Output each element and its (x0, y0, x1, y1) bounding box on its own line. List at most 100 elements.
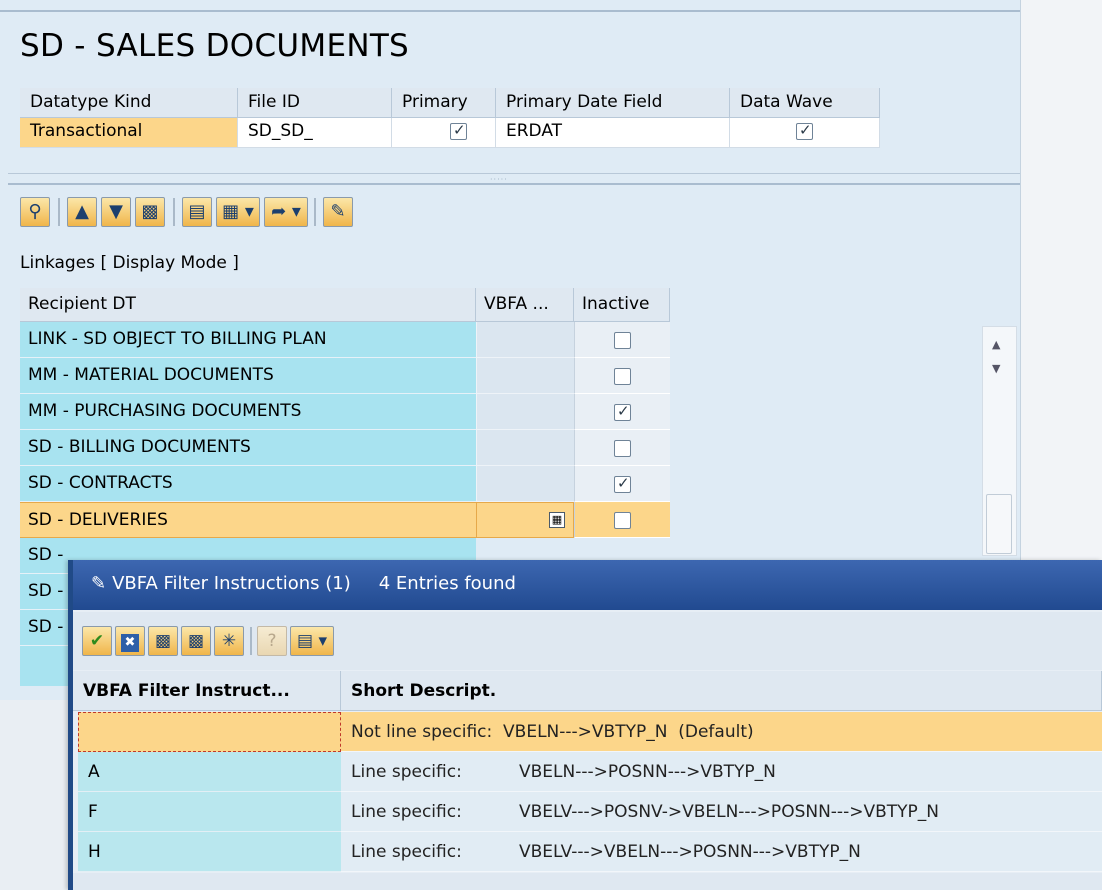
inactive-checkbox[interactable] (614, 440, 631, 457)
sort-ascending-icon[interactable]: ▲ (67, 197, 97, 227)
toolbar-separator (314, 198, 316, 226)
toolbar-separator (173, 198, 175, 226)
vbfa-cell[interactable] (476, 358, 574, 394)
table-row[interactable]: SD - BILLING DOCUMENTS (20, 430, 670, 466)
details-icon[interactable]: ⚲ (20, 197, 50, 227)
list-item[interactable]: F Line specific: VBELV--->POSNV->VBELN---… (73, 792, 1102, 832)
inactive-cell (574, 322, 670, 358)
col-header-primary-date-field: Primary Date Field (496, 88, 730, 118)
recipient-cell: SD - DELIVERIES (20, 502, 476, 538)
primary-cell (392, 118, 496, 148)
recipient-cell: MM - MATERIAL DOCUMENTS (20, 358, 476, 394)
list-item-selected[interactable]: Not line specific: VBELN--->VBTYP_N (Def… (73, 712, 1102, 752)
data-wave-checkbox[interactable] (796, 121, 813, 140)
recipient-cell: MM - PURCHASING DOCUMENTS (20, 394, 476, 430)
inactive-cell (574, 502, 670, 538)
description-cell: Line specific: VBELN--->POSNN--->VBTYP_N (341, 752, 1102, 792)
inactive-cell (574, 466, 670, 502)
top-border (0, 0, 1020, 12)
vbfa-cell[interactable] (476, 322, 574, 358)
find-next-icon[interactable]: ▩ (181, 626, 211, 656)
vbfa-cell[interactable] (476, 430, 574, 466)
inactive-checkbox[interactable] (614, 332, 631, 349)
list-item[interactable]: A Line specific: VBELN--->POSNN--->VBTYP_… (73, 752, 1102, 792)
dialog-title-bar: ✎ VBFA Filter Instructions (1) 4 Entries f… (68, 560, 1102, 610)
table-row[interactable]: MM - PURCHASING DOCUMENTS (20, 394, 670, 430)
find-icon[interactable]: ▩ (148, 626, 178, 656)
new-icon[interactable]: ✳ (214, 626, 244, 656)
layout-icon[interactable]: ▦ ▾ (216, 197, 260, 227)
filter-key-cell: A (78, 752, 341, 792)
toolbar-separator (250, 627, 252, 655)
print-icon[interactable]: ▤ ▾ (290, 626, 334, 656)
description-text: VBELV--->POSNV->VBELN--->POSNN--->VBTYP_… (519, 802, 939, 822)
page-title: SD - SALES DOCUMENTS (20, 28, 410, 64)
recipient-cell: SD - BILLING DOCUMENTS (20, 430, 476, 466)
export-icon[interactable]: ➦ ▾ (264, 197, 308, 227)
dialog-list-empty-area (73, 873, 1102, 890)
filter-key-cell: H (78, 832, 341, 872)
data-wave-cell (730, 118, 880, 148)
col-header-vbfa[interactable]: VBFA ... (476, 288, 574, 322)
check-icon[interactable]: ✔ (82, 626, 112, 656)
col-header-recipient-dt[interactable]: Recipient DT (20, 288, 476, 322)
find-icon[interactable]: ▩ (135, 197, 165, 227)
inactive-cell (574, 394, 670, 430)
toolbar-separator (58, 198, 60, 226)
inactive-cell (574, 358, 670, 394)
filter-key-cell: F (78, 792, 341, 832)
description-cell: Line specific: VBELV--->VBELN--->POSNN---… (341, 832, 1102, 872)
inactive-checkbox[interactable] (614, 474, 631, 493)
inactive-checkbox[interactable] (614, 368, 631, 385)
entries-found: 4 Entries found (378, 573, 516, 594)
datatype-kind-value: Transactional (20, 118, 238, 148)
recipient-cell: SD - CONTRACTS (20, 466, 476, 502)
vbfa-cell[interactable] (476, 394, 574, 430)
list-item[interactable]: H Line specific: VBELV--->VBELN--->POSNN-… (73, 832, 1102, 872)
splitter-grip-icon: ····· (490, 175, 508, 184)
col-header-data-wave: Data Wave (730, 88, 880, 118)
description-cell: Not line specific: VBELN--->VBTYP_N (Def… (341, 712, 1102, 752)
linkages-label: Linkages [ Display Mode ] (20, 253, 239, 273)
description-text: VBELN--->VBTYP_N (Default) (503, 722, 754, 742)
filter-icon[interactable]: ▼ (101, 197, 131, 227)
scroll-thumb[interactable] (986, 494, 1012, 554)
description-label: Not line specific: (351, 722, 493, 742)
splitter[interactable] (8, 173, 1020, 185)
cancel-icon[interactable]: ✖ (115, 626, 145, 656)
scroll-down-icon[interactable]: ▼ (992, 362, 1000, 375)
filter-key-cell (78, 712, 341, 752)
primary-date-field-value: ERDAT (496, 118, 730, 148)
col-header-inactive[interactable]: Inactive (574, 288, 670, 322)
dialog-icon: ✎ (91, 573, 107, 594)
col-header-short-descript[interactable]: Short Descript. (341, 671, 1102, 711)
inactive-checkbox[interactable] (614, 402, 631, 421)
col-header-datatype-kind: Datatype Kind (20, 88, 238, 118)
print-icon[interactable]: ▤ (182, 197, 212, 227)
value-help-icon[interactable]: ▦ (549, 512, 565, 528)
table-row-selected[interactable]: SD - DELIVERIES ▦ (20, 502, 670, 538)
col-header-primary: Primary (392, 88, 496, 118)
col-header-vbfa-filter-instruct[interactable]: VBFA Filter Instruct... (73, 671, 341, 711)
inactive-checkbox[interactable] (614, 512, 631, 529)
description-label: Line specific: (351, 842, 462, 862)
inactive-cell (574, 430, 670, 466)
vbfa-cell[interactable]: ▦ (476, 502, 574, 538)
description-label: Line specific: (351, 762, 462, 782)
vbfa-cell[interactable] (476, 466, 574, 502)
file-id-value: SD_SD_ (238, 118, 392, 148)
table-row[interactable]: MM - MATERIAL DOCUMENTS (20, 358, 670, 394)
description-text: VBELV--->VBELN--->POSNN--->VBTYP_N (519, 842, 861, 862)
col-header-file-id: File ID (238, 88, 392, 118)
dialog-title: VBFA Filter Instructions (1) (112, 573, 351, 594)
description-label: Line specific: (351, 802, 462, 822)
recipient-cell: LINK - SD OBJECT TO BILLING PLAN (20, 322, 476, 358)
table-row[interactable]: SD - CONTRACTS (20, 466, 670, 502)
scroll-up-icon[interactable]: ▲ (992, 338, 1000, 351)
primary-checkbox[interactable] (450, 121, 467, 140)
table-row[interactable]: LINK - SD OBJECT TO BILLING PLAN (20, 322, 670, 358)
help-icon: ? (257, 626, 287, 656)
table-row-partial (20, 646, 70, 686)
description-cell: Line specific: VBELV--->POSNV->VBELN--->P… (341, 792, 1102, 832)
edit-icon[interactable]: ✎ (323, 197, 353, 227)
